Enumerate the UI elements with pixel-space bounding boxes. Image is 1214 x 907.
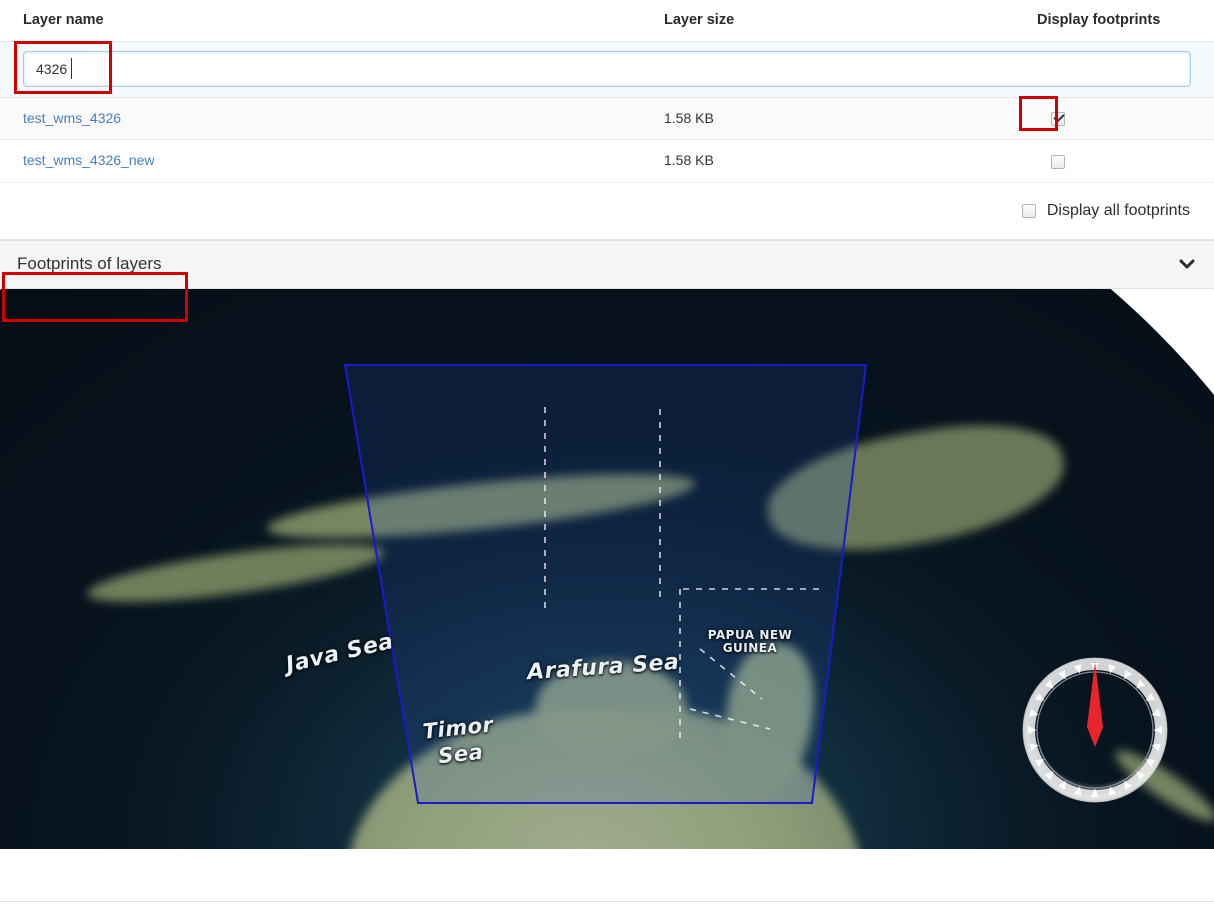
display-all-footprints-label: Display all footprints xyxy=(1047,202,1190,220)
panel-title: Footprints of layers xyxy=(0,254,162,274)
globe-map[interactable]: Java Sea Arafura Sea PAPUA NEW GUINEA Ti… xyxy=(0,289,1214,849)
layer-size-cell: 1.58 KB xyxy=(664,98,1030,140)
display-all-footprints-checkbox[interactable] xyxy=(1022,204,1036,218)
layer-name-cell: test_wms_4326 xyxy=(0,98,664,140)
page-root: Layer name Layer size Display footprints… xyxy=(0,0,1214,907)
layer-link[interactable]: test_wms_4326 xyxy=(23,110,121,126)
footprints-panel-header[interactable]: Footprints of layers xyxy=(0,240,1214,289)
compass-north-icon[interactable] xyxy=(1022,657,1168,803)
layers-table: Layer name Layer size Display footprints… xyxy=(0,0,1214,183)
chevron-down-icon[interactable] xyxy=(1177,254,1197,274)
footprint-toggle-cell xyxy=(1030,98,1214,140)
footprint-toggle-cell xyxy=(1030,140,1214,182)
display-all-footprints-row: Display all footprints xyxy=(0,183,1214,239)
table-header-row: Layer name Layer size Display footprints xyxy=(0,0,1214,42)
filter-row xyxy=(0,42,1214,98)
table-row[interactable]: test_wms_4326_new 1.58 KB xyxy=(0,140,1214,182)
landmass-java xyxy=(85,532,388,613)
text-caret xyxy=(71,58,72,79)
footprint-checkbox[interactable] xyxy=(1051,155,1065,169)
filter-wrap xyxy=(0,42,1214,97)
filter-cell xyxy=(0,42,1214,98)
layer-size-cell: 1.58 KB xyxy=(664,140,1030,182)
table-header: Layer name Layer size Display footprints xyxy=(0,0,1214,42)
table-row[interactable]: test_wms_4326 1.58 KB xyxy=(0,98,1214,140)
layer-name-cell: test_wms_4326_new xyxy=(0,140,664,182)
bottom-divider xyxy=(0,901,1214,902)
column-header-display-footprints[interactable]: Display footprints xyxy=(1030,0,1214,42)
column-header-layer-size[interactable]: Layer size xyxy=(664,0,1030,42)
landmass-indonesia xyxy=(265,460,697,551)
footprint-checkbox[interactable] xyxy=(1051,112,1065,126)
landmass-papua-new-guinea xyxy=(759,407,1074,567)
table-body: test_wms_4326 1.58 KB test_wms_4326_new … xyxy=(0,42,1214,183)
column-header-layer-name[interactable]: Layer name xyxy=(0,0,664,42)
layer-link[interactable]: test_wms_4326_new xyxy=(23,152,155,168)
layer-name-filter-input[interactable] xyxy=(23,51,1191,87)
